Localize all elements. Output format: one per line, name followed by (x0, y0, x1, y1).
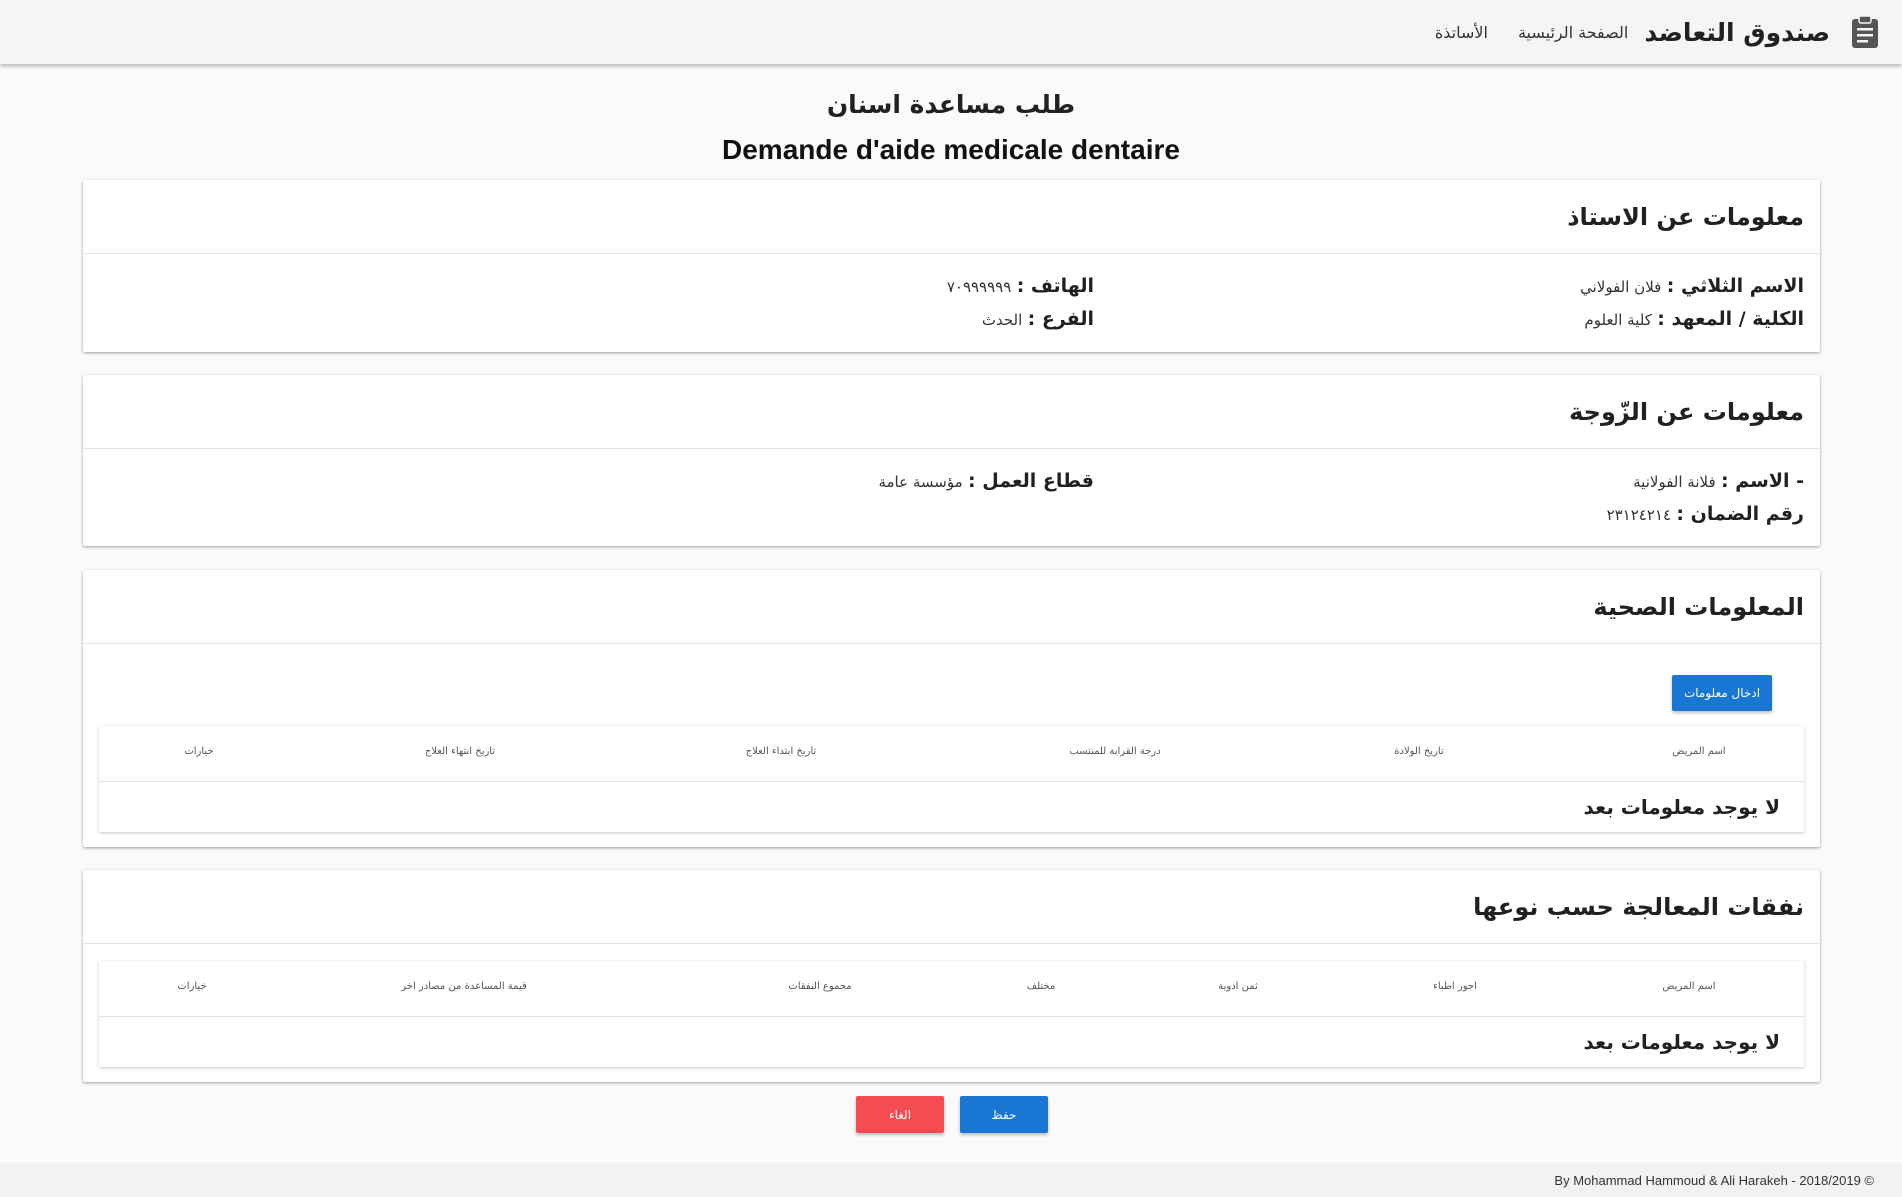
expenses-table-empty-message: لا يوجد معلومات بعد (1583, 1030, 1780, 1054)
expenses-col-doctor-fees: اجور اطباء (1433, 981, 1477, 992)
clipboard-icon (1848, 13, 1882, 51)
spouse-name-line: - الاسم : فلانة الفولانية (1094, 465, 1804, 498)
teacher-info-card: معلومات عن الاستاذ الاسم الثلاثي : فلان … (83, 180, 1820, 352)
spouse-info-card: معلومات عن الزّوجة - الاسم : فلانة الفول… (83, 375, 1820, 546)
health-info-header: المعلومات الصحية (83, 570, 1820, 644)
health-col-treatment-end: تاريخ انتهاء العلاج (424, 746, 496, 757)
teacher-info-header: معلومات عن الاستاذ (83, 180, 1820, 254)
expenses-header: نفقات المعالجة حسب نوعها (83, 870, 1820, 944)
health-col-treatment-start: تاريخ ابتداء العلاج (745, 746, 817, 757)
spouse-insurance-line: رقم الضمان : ٢٣١٢٤٢١٤ (1094, 498, 1804, 531)
expenses-card: نفقات المعالجة حسب نوعها اسم المريض اجور… (83, 870, 1820, 1082)
expenses-col-medicine-cost: ثمن ادوية (1218, 981, 1258, 992)
teacher-info-right-column: الاسم الثلاثي : فلان الفولاني الكلية / ا… (1094, 270, 1804, 336)
teacher-phone-line: الهاتف : ٧٠٩٩٩٩٩٩ (384, 270, 1094, 303)
footer-credits: By Mohammad Hammoud & Ali Harakeh - 2018… (1554, 1172, 1874, 1188)
page-title-french: Demande d'aide medicale dentaire (722, 134, 1180, 165)
spouse-sector-label: قطاع العمل : (968, 470, 1094, 492)
expenses-table: اسم المريض اجور اطباء ثمن ادوية مختلف مج… (99, 961, 1804, 1067)
spouse-info-header: معلومات عن الزّوجة (83, 375, 1820, 449)
spouse-name-label: - الاسم : (1721, 470, 1804, 492)
teacher-faculty-line: الكلية / المعهد : كلية العلوم (1094, 303, 1804, 336)
teacher-faculty-value: كلية العلوم (1584, 311, 1652, 329)
health-table-empty-message: لا يوجد معلومات بعد (1583, 795, 1780, 819)
spouse-name-value: فلانة الفولانية (1633, 473, 1716, 491)
expenses-col-misc: مختلف (1026, 981, 1056, 992)
cancel-button[interactable]: الغاء (856, 1096, 944, 1133)
health-col-patient-name: اسم المريض (1672, 746, 1726, 757)
navbar: صندوق التعاضد الصفحة الرئيسية الأساتذة (0, 0, 1902, 64)
footer: By Mohammad Hammoud & Ali Harakeh - 2018… (0, 1163, 1902, 1197)
expenses-table-header: اسم المريض اجور اطباء ثمن ادوية مختلف مج… (99, 961, 1804, 1017)
health-info-table: اسم المريض تاريخ الولادة درجة القرابة لل… (99, 726, 1804, 832)
expenses-col-options: خيارات (177, 981, 207, 992)
spouse-info-left-column: قطاع العمل : مؤسسة عامة (384, 465, 1094, 531)
teacher-faculty-label: الكلية / المعهد : (1657, 308, 1804, 330)
teacher-name-value: فلان الفولاني (1580, 278, 1662, 296)
health-col-kinship: درجة القرابة للمنتسب (1069, 746, 1161, 757)
teacher-phone-label: الهاتف : (1016, 275, 1094, 297)
health-info-card: المعلومات الصحية ادخال معلومات اسم المري… (83, 570, 1820, 847)
teacher-branch-label: الفرع : (1027, 308, 1094, 330)
spouse-info-right-column: - الاسم : فلانة الفولانية رقم الضمان : ٢… (1094, 465, 1804, 531)
save-button[interactable]: حفظ (960, 1096, 1048, 1133)
expenses-col-patient-name: اسم المريض (1662, 981, 1716, 992)
nav-link-teachers[interactable]: الأساتذة (1435, 23, 1488, 42)
brand-title[interactable]: صندوق التعاضد (1644, 18, 1830, 47)
teacher-name-line: الاسم الثلاثي : فلان الفولاني (1094, 270, 1804, 303)
expenses-col-other-aid: قيمة المساعدة من مصادر اخر (401, 981, 527, 992)
teacher-branch-value: الحدث (981, 311, 1023, 329)
health-col-birth-date: تاريخ الولادة (1394, 746, 1444, 757)
health-table-header: اسم المريض تاريخ الولادة درجة القرابة لل… (99, 726, 1804, 782)
teacher-name-label: الاسم الثلاثي : (1666, 275, 1804, 297)
spouse-sector-value: مؤسسة عامة (878, 473, 963, 491)
spouse-sector-line: قطاع العمل : مؤسسة عامة (384, 465, 1094, 498)
add-info-button[interactable]: ادخال معلومات (1672, 675, 1772, 711)
teacher-branch-line: الفرع : الحدث (384, 303, 1094, 336)
expenses-col-total: مجموع النفقات (788, 981, 852, 992)
spouse-insurance-label: رقم الضمان : (1676, 503, 1804, 525)
page-title-arabic: طلب مساعدة اسنان (826, 90, 1076, 119)
teacher-phone-value: ٧٠٩٩٩٩٩٩ (946, 278, 1012, 296)
nav-link-home[interactable]: الصفحة الرئيسية (1518, 23, 1628, 42)
health-col-options: خيارات (184, 746, 214, 757)
spouse-insurance-value: ٢٣١٢٤٢١٤ (1606, 506, 1672, 524)
teacher-info-left-column: الهاتف : ٧٠٩٩٩٩٩٩ الفرع : الحدث (384, 270, 1094, 336)
